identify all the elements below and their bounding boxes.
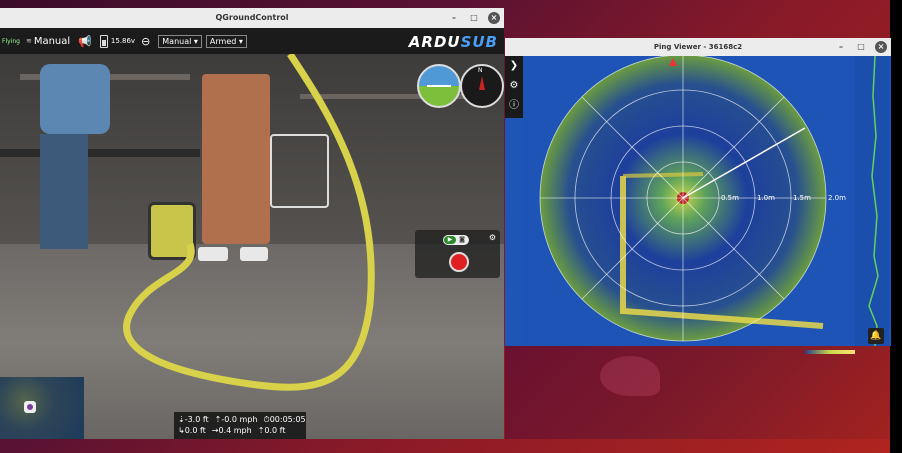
gear-icon[interactable]: ⚙ (489, 233, 496, 242)
flying-status[interactable]: Flying (2, 38, 20, 45)
range-label: 1.0m (757, 194, 775, 202)
camera-control-panel: ▶ ◙ ⚙ (415, 230, 500, 278)
qgroundcontrol-window: QGroundControl – □ × Flying ≋ Manual 📢 1… (0, 8, 504, 439)
vehicle-location-icon (24, 401, 36, 413)
sonar-colorbar (805, 350, 855, 354)
depth-value: ⇣-3.0 ft (178, 415, 209, 424)
camera-icon[interactable]: ◙ (456, 236, 468, 244)
attitude-indicator (417, 64, 461, 108)
ping-sidebar: ❯ ⚙ ⓘ (505, 56, 523, 118)
vehicle-mode-label: Manual (33, 35, 71, 47)
horizontal-speed-value: →0.4 mph (211, 426, 252, 435)
flight-mode-dropdown[interactable]: Manual ▾ (158, 34, 202, 48)
chevron-right-icon[interactable]: ❯ (505, 56, 523, 76)
battery-indicator[interactable]: 15.86v (99, 34, 136, 48)
arm-dropdown[interactable]: Armed ▾ (205, 34, 247, 48)
battery-icon (99, 34, 108, 48)
vehicle-mode[interactable]: ≋ Manual (26, 36, 70, 47)
ping-minimize-button[interactable]: – (835, 41, 847, 53)
video-stream[interactable]: N ▶ ◙ ⚙ ⇣-3.0 ft ⇡-0.0 mph ⏱00:05:05 ↳0.… (0, 54, 504, 439)
ardusub-logo: ARDUSUB (408, 33, 498, 51)
sonar-echo-top (622, 172, 704, 178)
qgc-titlebar[interactable]: QGroundControl – □ × (0, 8, 504, 28)
ping-close-button[interactable]: × (875, 41, 887, 53)
sonar-polar-display: 0.5m 1.0m 1.5m 2.0m (539, 56, 846, 342)
range-label: 2.0m (828, 194, 846, 202)
ping-viewer-window: Ping Viewer - 36168c2 – □ × ❯ ⚙ ⓘ 0.5m 1… (505, 38, 891, 346)
mini-map[interactable] (0, 377, 84, 439)
altitude-value: ⇡0.0 ft (257, 426, 286, 435)
telemetry-panel: ⇣-3.0 ft ⇡-0.0 mph ⏱00:05:05 ↳0.0 ft →0.… (174, 412, 306, 439)
ping-window-title: Ping Viewer - 36168c2 (653, 43, 743, 51)
range-label: 0.5m (721, 194, 739, 202)
distance-value: ↳0.0 ft (178, 426, 206, 435)
waterfall-profile (855, 55, 889, 346)
vertical-speed-value: ⇡-0.0 mph (214, 415, 258, 424)
compass-indicator: N (460, 64, 504, 108)
qgc-window-title: QGroundControl (215, 13, 289, 22)
gear-icon[interactable]: ⚙ (505, 76, 523, 96)
megaphone-icon[interactable]: 📢 (78, 35, 92, 48)
video-icon[interactable]: ▶ (444, 236, 456, 244)
bell-icon[interactable]: 🔔 (868, 328, 884, 344)
camera-mode-toggle[interactable]: ▶ ◙ (443, 235, 469, 245)
qgc-toolbar: Flying ≋ Manual 📢 15.86v ⊖ Manual ▾ Arme… (0, 28, 504, 54)
close-button[interactable]: × (488, 12, 500, 24)
wallpaper-logo (600, 356, 660, 396)
sub-icon: ≋ (25, 37, 32, 45)
ping-titlebar[interactable]: Ping Viewer - 36168c2 – □ × (505, 38, 891, 56)
info-icon[interactable]: ⓘ (505, 96, 523, 116)
sonar-plot[interactable]: 0.5m 1.0m 1.5m 2.0m 🔔 (523, 55, 891, 346)
desktop-region (505, 346, 890, 439)
profile-line (868, 55, 879, 346)
range-label: 1.5m (793, 194, 811, 202)
flight-time-value: ⏱00:05:05 (263, 415, 306, 424)
screen-edge (890, 0, 902, 453)
joystick-icon[interactable]: ⊖ (141, 35, 150, 48)
battery-voltage: 15.86v (110, 37, 136, 45)
maximize-button[interactable]: □ (468, 12, 480, 24)
minimize-button[interactable]: – (448, 12, 460, 24)
ping-maximize-button[interactable]: □ (855, 41, 867, 53)
record-button[interactable] (449, 252, 469, 272)
